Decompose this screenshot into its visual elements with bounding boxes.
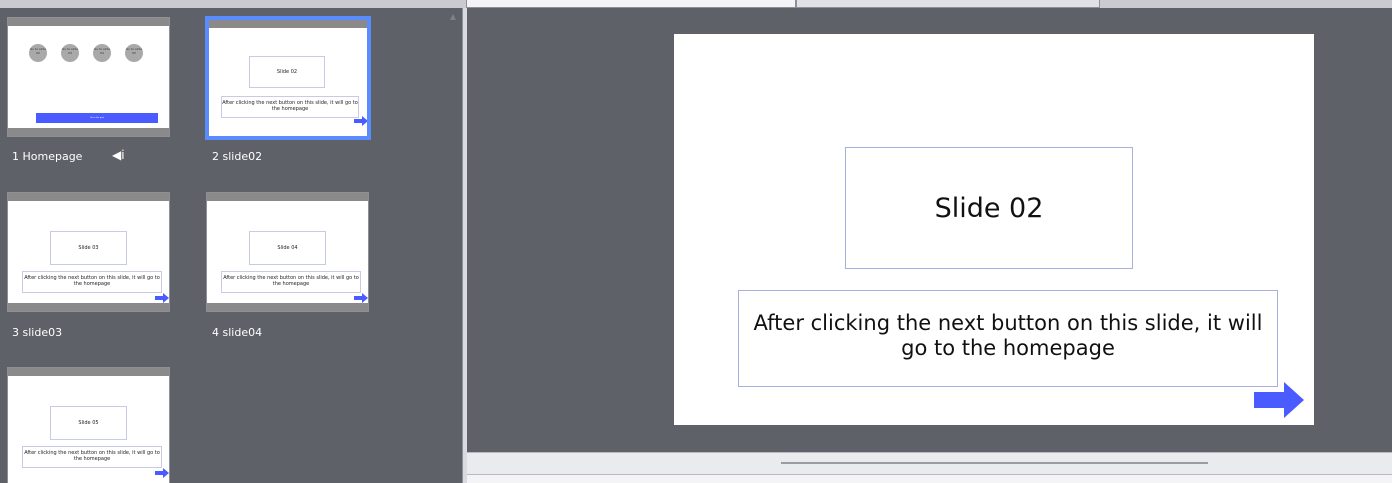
thumb-title-box: Slide 02 (249, 56, 325, 88)
thumb-body-box: After clicking the next button on this s… (22, 271, 162, 293)
document-tab-2[interactable] (796, 0, 1100, 8)
thumb-title-box: Slide 04 (249, 231, 326, 265)
slide-thumbnail-5[interactable]: Slide 05 After clicking the next button … (7, 367, 170, 483)
thumb-nav-circle: Go to slide 05 (125, 44, 143, 62)
arrow-right-icon (155, 468, 169, 478)
body-line-2: go to the homepage (901, 336, 1115, 360)
thumb-nav-circle: Go to slide 03 (61, 44, 79, 62)
body-line-1: After clicking the next button on this s… (753, 311, 1263, 335)
thumb-title-box: Slide 05 (50, 406, 127, 440)
thumb-nav-circle: Go to slide 02 (29, 44, 47, 62)
thumb-title-box: Slide 03 (50, 231, 127, 265)
thumb-header-band (209, 20, 367, 28)
thumb-body-box: After clicking the next button on this s… (221, 271, 361, 293)
thumb-header-band (8, 18, 169, 26)
thumb-footer-band (207, 303, 368, 311)
slide-label-2: 2 slide02 (212, 150, 263, 163)
horizontal-scrollbar-thumb[interactable] (781, 462, 1208, 464)
slide-thumbnail-3[interactable]: Slide 03 After clicking the next button … (7, 192, 170, 312)
slide-thumbnail-4[interactable]: Slide 04 After clicking the next button … (206, 192, 369, 312)
thumb-body-box: After clicking the next button on this s… (221, 96, 359, 118)
thumb-body-box: After clicking the next button on this s… (22, 446, 162, 468)
thumb-footer-band (8, 128, 169, 136)
slide-label-4: 4 slide04 (212, 326, 263, 339)
document-tab-1[interactable] (466, 0, 796, 8)
thumb-cta-button: Go to the quiz (36, 113, 158, 123)
thumb-nav-circle: Go to slide 04 (93, 44, 111, 62)
thumb-header-band (8, 368, 169, 376)
arrow-right-icon[interactable] (1254, 382, 1304, 418)
thumb-header-band (207, 193, 368, 201)
slide-title-textbox[interactable]: Slide 02 (845, 147, 1133, 269)
slide-label-1: 1 Homepage (12, 150, 83, 163)
slide-body-textbox[interactable]: After clicking the next button on this s… (738, 290, 1278, 387)
arrow-right-icon (354, 293, 368, 303)
notes-panel-edge (467, 474, 1392, 483)
scroll-up-arrow-icon[interactable]: ▲ (448, 12, 458, 22)
slide-label-3: 3 slide03 (12, 326, 63, 339)
arrow-right-icon (155, 293, 169, 303)
slide-thumbnail-1[interactable]: Go to slide 02 Go to slide 03 Go to slid… (7, 17, 170, 137)
thumb-footer-band (8, 303, 169, 311)
thumb-header-band (8, 193, 169, 201)
arrow-right-icon (354, 116, 367, 126)
slide-thumbnail-2[interactable]: Slide 02 After clicking the next button … (205, 16, 371, 140)
speaker-icon[interactable]: ◀ⅰ (112, 148, 125, 162)
